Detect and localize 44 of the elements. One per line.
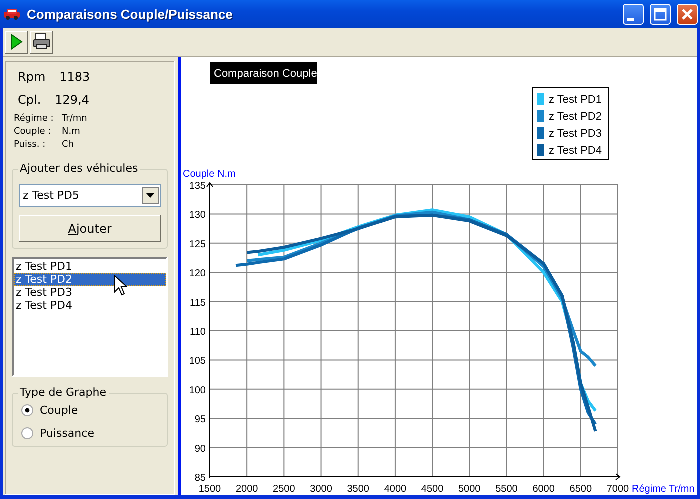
group-title: Ajouter des véhicules	[18, 162, 140, 175]
unit-label: Couple :	[14, 127, 52, 139]
unit-label: Puiss. :	[14, 140, 47, 152]
axis-tick-label: 6500	[570, 484, 592, 494]
unit-value: Tr/mn	[62, 114, 88, 126]
axis-tick-label: 4500	[421, 484, 444, 494]
axis-tick-label: 130	[189, 210, 206, 222]
axis-tick-label: 4000	[384, 484, 407, 494]
axis-tick-label: 7000	[606, 484, 630, 494]
axis-tick-label: 100	[189, 385, 206, 396]
legend-label: z Test PD4	[549, 145, 602, 157]
axis-tick-label: 3500	[347, 484, 370, 494]
chart-title: Comparaison Couple	[210, 62, 318, 84]
axis-tick-label: 3000	[310, 484, 332, 494]
unit-value: Ch	[62, 140, 74, 152]
axis-tick-label: 120	[189, 268, 206, 280]
legend-label: z Test PD3	[549, 128, 602, 140]
axis-tick-label: 6000	[532, 484, 555, 494]
axis-tick-label: 2500	[273, 484, 296, 494]
axis-tick-label: 125	[189, 239, 206, 250]
window-title: Comparaisons Couple/Puissance	[27, 6, 234, 22]
axis-tick-label: 2000	[236, 484, 258, 494]
axis-tick-label: 110	[190, 327, 206, 338]
legend-label: z Test PD2	[549, 111, 602, 123]
axis-tick-label: 90	[194, 444, 206, 455]
axis-title: Couple N.m	[183, 169, 236, 180]
readout-value: 1183	[60, 70, 90, 84]
unit-label: Régime :	[14, 114, 55, 126]
axis-tick-label: 95	[194, 414, 206, 426]
axis-tick-label: 1500	[198, 484, 222, 494]
readout-value: 129,4	[55, 92, 90, 106]
axis-tick-label: 85	[194, 473, 206, 484]
group-title: Type de Graphe	[18, 386, 109, 399]
legend-label: z Test PD1	[549, 94, 602, 106]
axis-title: Régime Tr/mn	[632, 484, 695, 494]
readout-label: Cpl.	[18, 92, 42, 106]
axis-tick-label: 105	[189, 356, 206, 368]
axis-tick-label: 5500	[496, 484, 518, 494]
axis-tick-label: 135	[189, 181, 206, 192]
axis-tick-label: 115	[190, 298, 206, 309]
chart-title: Comparaison Couple	[214, 68, 318, 80]
readout-label: Rpm	[18, 70, 46, 84]
unit-value: N.m	[62, 127, 80, 139]
axis-tick-label: 5000	[458, 484, 481, 494]
